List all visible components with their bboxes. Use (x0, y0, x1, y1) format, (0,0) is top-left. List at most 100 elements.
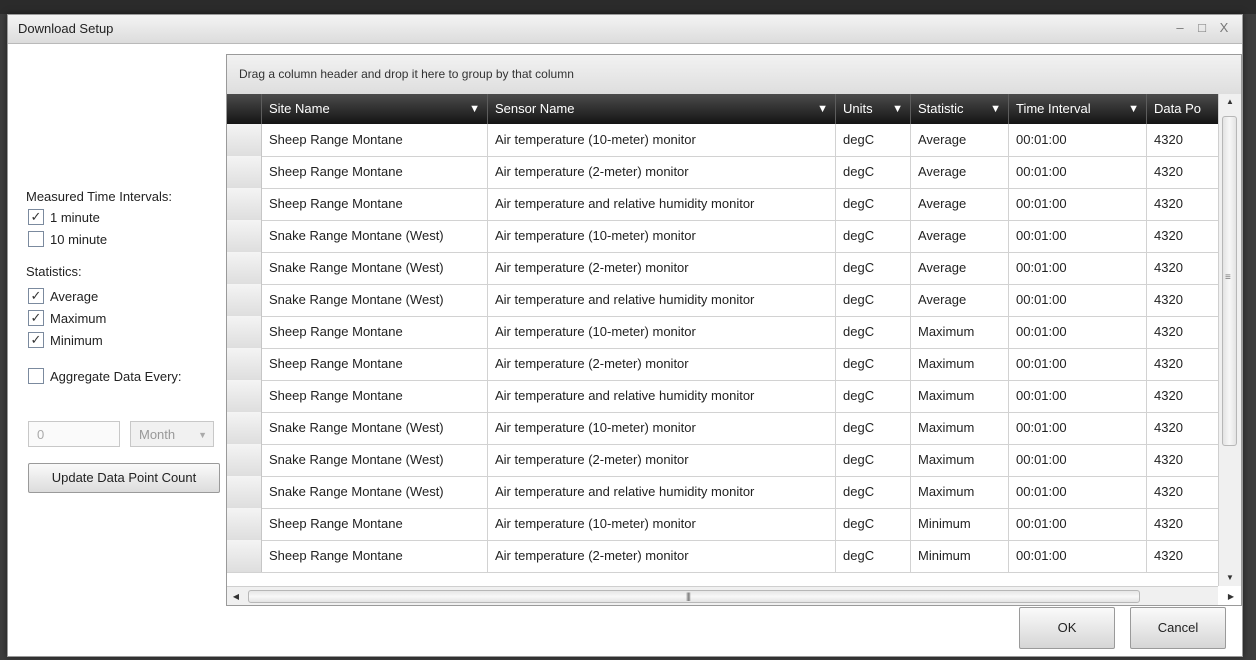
row-indicator[interactable] (227, 508, 262, 540)
cell-data-points[interactable]: 4320 (1147, 124, 1218, 156)
cell-statistic[interactable]: Maximum (911, 348, 1009, 380)
scroll-down-icon[interactable]: ▼ (1219, 570, 1241, 586)
cell-data-points[interactable]: 4320 (1147, 156, 1218, 188)
cell-units[interactable]: degC (836, 444, 911, 476)
cell-site-name[interactable]: Snake Range Montane (West) (262, 220, 488, 252)
table-row[interactable]: Sheep Range Montane Air temperature (10-m… (227, 508, 1218, 541)
table-row[interactable]: Sheep Range Montane Air temperature (2-me… (227, 156, 1218, 189)
table-row[interactable]: Sheep Range Montane Air temperature (10-m… (227, 316, 1218, 349)
checkbox-statistic-average[interactable]: ✓ (28, 288, 44, 304)
cell-data-points[interactable]: 4320 (1147, 444, 1218, 476)
cell-time-interval[interactable]: 00:01:00 (1009, 124, 1147, 156)
cell-statistic[interactable]: Maximum (911, 316, 1009, 348)
cell-units[interactable]: degC (836, 540, 911, 572)
cell-statistic[interactable]: Maximum (911, 476, 1009, 508)
maximize-button[interactable]: □ (1194, 20, 1210, 36)
filter-icon[interactable]: ▼ (817, 94, 828, 124)
cell-site-name[interactable]: Sheep Range Montane (262, 348, 488, 380)
cell-site-name[interactable]: Sheep Range Montane (262, 508, 488, 540)
cell-time-interval[interactable]: 00:01:00 (1009, 412, 1147, 444)
cell-statistic[interactable]: Maximum (911, 380, 1009, 412)
close-button[interactable]: X (1216, 20, 1232, 36)
checkbox-statistic-minimum[interactable]: ✓ (28, 332, 44, 348)
column-header-time-interval[interactable]: Time Interval ▼ (1009, 94, 1147, 124)
cell-site-name[interactable]: Snake Range Montane (West) (262, 444, 488, 476)
row-indicator[interactable] (227, 156, 262, 188)
row-indicator[interactable] (227, 412, 262, 444)
cell-time-interval[interactable]: 00:01:00 (1009, 476, 1147, 508)
column-header-data-points[interactable]: Data Po (1147, 94, 1218, 124)
cell-sensor-name[interactable]: Air temperature and relative humidity mo… (488, 380, 836, 412)
cell-sensor-name[interactable]: Air temperature (10-meter) monitor (488, 124, 836, 156)
cell-units[interactable]: degC (836, 348, 911, 380)
cell-time-interval[interactable]: 00:01:00 (1009, 156, 1147, 188)
checkbox-interval-1-minute[interactable]: ✓ (28, 209, 44, 225)
cell-site-name[interactable]: Sheep Range Montane (262, 188, 488, 220)
cell-units[interactable]: degC (836, 252, 911, 284)
aggregate-data[interactable]: Aggregate Data Every: (28, 368, 182, 384)
aggregate-unit-select[interactable]: Month ▼ (130, 421, 214, 447)
cell-statistic[interactable]: Maximum (911, 444, 1009, 476)
horizontal-scroll-thumb[interactable]: ||| (248, 590, 1140, 603)
cell-data-points[interactable]: 4320 (1147, 476, 1218, 508)
cell-sensor-name[interactable]: Air temperature (2-meter) monitor (488, 348, 836, 380)
row-indicator[interactable] (227, 188, 262, 220)
cell-sensor-name[interactable]: Air temperature (2-meter) monitor (488, 444, 836, 476)
cell-units[interactable]: degC (836, 508, 911, 540)
filter-icon[interactable]: ▼ (892, 94, 903, 124)
table-row[interactable]: Sheep Range Montane Air temperature and r… (227, 380, 1218, 413)
cell-sensor-name[interactable]: Air temperature (2-meter) monitor (488, 156, 836, 188)
table-row[interactable]: Snake Range Montane (West) Air temperatur… (227, 252, 1218, 285)
filter-icon[interactable]: ▼ (469, 94, 480, 124)
cell-units[interactable]: degC (836, 284, 911, 316)
statistic-maximum[interactable]: ✓ Maximum (28, 310, 106, 326)
row-indicator[interactable] (227, 252, 262, 284)
minimize-button[interactable]: – (1172, 20, 1188, 36)
column-header-units[interactable]: Units ▼ (836, 94, 911, 124)
cell-statistic[interactable]: Minimum (911, 540, 1009, 572)
row-indicator[interactable] (227, 540, 262, 572)
cell-statistic[interactable]: Average (911, 188, 1009, 220)
cell-data-points[interactable]: 4320 (1147, 380, 1218, 412)
row-indicator[interactable] (227, 316, 262, 348)
cell-units[interactable]: degC (836, 412, 911, 444)
vertical-scrollbar[interactable]: ▲ ≡ ▼ (1218, 94, 1241, 586)
cell-data-points[interactable]: 4320 (1147, 348, 1218, 380)
cell-site-name[interactable]: Sheep Range Montane (262, 156, 488, 188)
table-row[interactable]: Sheep Range Montane Air temperature (10-m… (227, 124, 1218, 157)
cell-data-points[interactable]: 4320 (1147, 284, 1218, 316)
cell-data-points[interactable]: 4320 (1147, 252, 1218, 284)
cell-statistic[interactable]: Minimum (911, 508, 1009, 540)
cell-time-interval[interactable]: 00:01:00 (1009, 284, 1147, 316)
interval-10-minute[interactable]: 10 minute (28, 231, 107, 247)
table-row[interactable]: Sheep Range Montane Air temperature and r… (227, 188, 1218, 221)
cell-sensor-name[interactable]: Air temperature (10-meter) monitor (488, 508, 836, 540)
column-header-site-name[interactable]: Site Name ▼ (262, 94, 488, 124)
scroll-up-icon[interactable]: ▲ (1219, 94, 1241, 110)
vertical-scroll-thumb[interactable]: ≡ (1222, 116, 1237, 446)
column-header-statistic[interactable]: Statistic ▼ (911, 94, 1009, 124)
cell-data-points[interactable]: 4320 (1147, 220, 1218, 252)
cell-site-name[interactable]: Sheep Range Montane (262, 540, 488, 572)
cell-data-points[interactable]: 4320 (1147, 540, 1218, 572)
dialog-titlebar[interactable]: Download Setup – □ X (8, 15, 1242, 44)
cell-site-name[interactable]: Sheep Range Montane (262, 124, 488, 156)
cell-statistic[interactable]: Average (911, 284, 1009, 316)
checkbox-interval-10-minute[interactable] (28, 231, 44, 247)
cell-time-interval[interactable]: 00:01:00 (1009, 348, 1147, 380)
cell-data-points[interactable]: 4320 (1147, 412, 1218, 444)
cell-statistic[interactable]: Average (911, 220, 1009, 252)
cell-time-interval[interactable]: 00:01:00 (1009, 252, 1147, 284)
cell-time-interval[interactable]: 00:01:00 (1009, 508, 1147, 540)
cell-sensor-name[interactable]: Air temperature (2-meter) monitor (488, 540, 836, 572)
cell-time-interval[interactable]: 00:01:00 (1009, 380, 1147, 412)
cell-time-interval[interactable]: 00:01:00 (1009, 220, 1147, 252)
row-indicator[interactable] (227, 444, 262, 476)
table-row[interactable]: Sheep Range Montane Air temperature (2-me… (227, 348, 1218, 381)
statistic-average[interactable]: ✓ Average (28, 288, 98, 304)
cell-sensor-name[interactable]: Air temperature and relative humidity mo… (488, 476, 836, 508)
cell-statistic[interactable]: Maximum (911, 412, 1009, 444)
cell-statistic[interactable]: Average (911, 124, 1009, 156)
cell-site-name[interactable]: Snake Range Montane (West) (262, 284, 488, 316)
table-row[interactable]: Snake Range Montane (West) Air temperatur… (227, 284, 1218, 317)
